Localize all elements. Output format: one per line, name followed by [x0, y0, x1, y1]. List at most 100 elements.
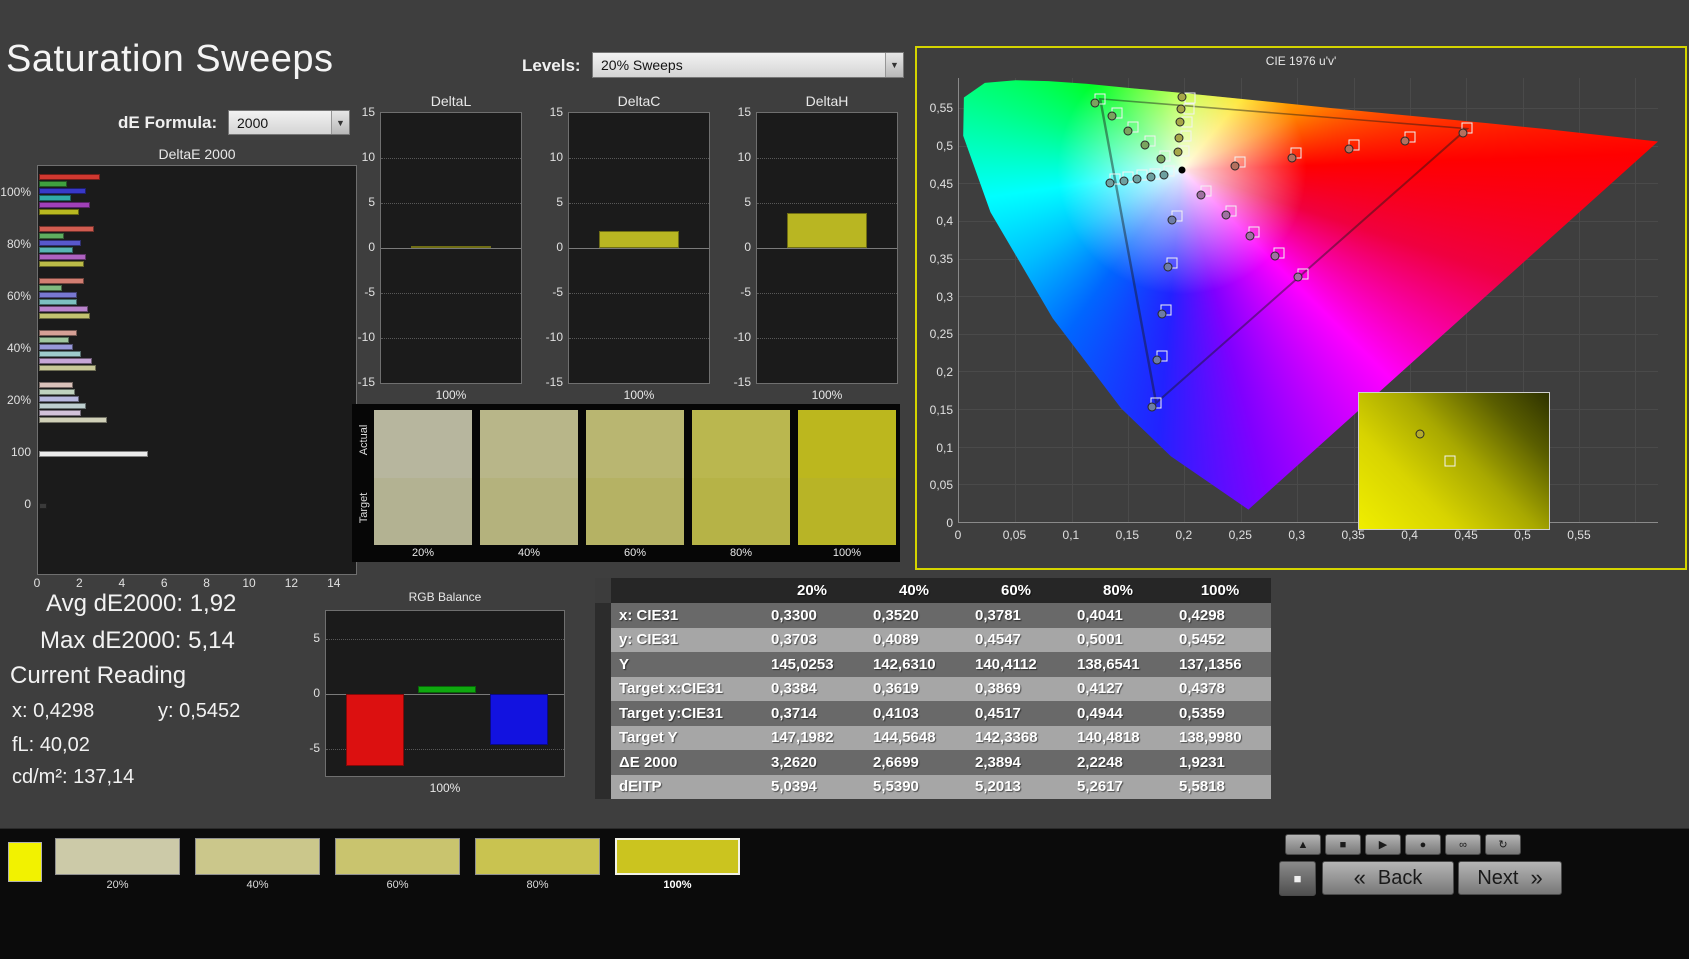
- de-bar: [39, 350, 82, 357]
- stop-button[interactable]: ■: [1279, 861, 1316, 896]
- table-cell: 0,3869: [975, 680, 1021, 698]
- axis-tick-label: 0,05: [1002, 528, 1027, 542]
- de-bar: [39, 381, 73, 388]
- de-axis-group-label: 60%: [6, 289, 31, 303]
- measured-marker: [1344, 144, 1354, 154]
- transport-stop-button[interactable]: ■: [1325, 834, 1361, 855]
- measured-marker: [1157, 309, 1167, 319]
- transport-loop-button[interactable]: ∞: [1445, 834, 1481, 855]
- measured-marker: [1107, 111, 1117, 121]
- measured-marker: [1196, 190, 1206, 200]
- de-bar: [39, 305, 88, 312]
- de-axis-group-label: 40%: [6, 341, 31, 355]
- axis-tick-label: 0,4: [936, 214, 953, 229]
- patch-swatch[interactable]: [475, 838, 600, 875]
- measured-marker: [1174, 133, 1184, 143]
- row-label: ΔE 2000: [619, 753, 678, 771]
- x-label: x:: [12, 700, 28, 722]
- patch-swatch-strip: 20% 40% 60% 80% 100%: [8, 838, 768, 898]
- transport-refresh-icon: ↻: [1498, 839, 1508, 851]
- measured-marker: [1458, 128, 1468, 138]
- de-bar: [39, 291, 78, 298]
- target-swatch: [480, 478, 578, 545]
- patch-label: 40%: [246, 879, 269, 891]
- axis-tick-label: 0,1: [1062, 528, 1080, 542]
- axis-tick-label: 15: [737, 105, 751, 119]
- transport-record-button[interactable]: ●: [1405, 834, 1441, 855]
- table-row: x: CIE31 0,3300 0,3520 0,3781 0,4041 0,4298: [595, 603, 1271, 628]
- measured-marker: [1147, 402, 1157, 412]
- axis-tick-label: 0: [744, 240, 751, 254]
- axis-tick-label: -5: [552, 285, 563, 299]
- cie-zoom-inset: [1358, 392, 1550, 530]
- measured-marker: [1152, 355, 1162, 365]
- max-de-stat: Max dE2000: 5,14: [40, 627, 235, 655]
- measured-marker: [1245, 231, 1255, 241]
- patch-swatch[interactable]: [335, 838, 460, 875]
- gridline: [569, 293, 709, 294]
- gridline: [381, 248, 521, 249]
- table-header-row: 20% 40% 60% 80% 100%: [595, 578, 1271, 603]
- row-label: Target y:CIE31: [619, 704, 723, 722]
- swatch-column-label: 60%: [623, 547, 647, 559]
- table-header: 20%: [796, 582, 828, 599]
- levels-dropdown[interactable]: 20% Sweeps ▼: [592, 52, 904, 78]
- de-axis-group-label: 20%: [6, 393, 31, 407]
- table-cell: 137,1356: [1179, 655, 1242, 673]
- next-button[interactable]: Next »: [1458, 861, 1562, 895]
- table-cell: 2,3894: [975, 753, 1021, 771]
- target-row-label: Target: [358, 492, 370, 524]
- chevrons-left-icon: «: [1353, 865, 1366, 890]
- de-axis-group-label: 100%: [0, 185, 31, 199]
- table-row: Target Y 147,1982 144,5648 142,3368 140,4818…: [595, 725, 1271, 750]
- table-cell: 144,5648: [873, 729, 936, 747]
- table-cell: 2,6699: [873, 753, 919, 771]
- table-cell: 0,4127: [1077, 680, 1123, 698]
- transport-refresh-button[interactable]: ↻: [1485, 834, 1521, 855]
- axis-tick-label: 0,1: [936, 440, 953, 455]
- measured-marker: [1221, 210, 1231, 220]
- de-bar: [39, 402, 86, 409]
- table-cell: 0,3619: [873, 680, 919, 698]
- axis-tick-label: 5: [313, 630, 320, 645]
- de-formula-dropdown[interactable]: 2000 ▼: [228, 110, 350, 135]
- axis-tick-label: 0,25: [1228, 528, 1252, 542]
- patch-swatch[interactable]: [195, 838, 320, 875]
- axis-tick-label: 0,55: [1567, 528, 1591, 542]
- axis-tick-label: 15: [361, 105, 375, 119]
- actual-target-swatch-panel: Actual Target 20% 40% 60% 80% 100%: [352, 404, 900, 562]
- fl-label: fL:: [12, 734, 35, 756]
- back-button[interactable]: « Back: [1322, 861, 1454, 895]
- chevron-down-icon: ▼: [885, 53, 903, 77]
- transport-up-button[interactable]: ▲: [1285, 834, 1321, 855]
- target-swatch: [798, 478, 896, 545]
- patch-label: 100%: [663, 879, 692, 891]
- transport-play-button[interactable]: ▶: [1365, 834, 1401, 855]
- axis-tick-label: 0,2: [936, 365, 953, 380]
- patch-swatch[interactable]: [615, 838, 740, 875]
- transport-stop-icon: ■: [1339, 838, 1347, 851]
- y-label: y:: [158, 700, 174, 722]
- deltal-chart-title: DeltaL: [430, 93, 472, 109]
- axis-tick-label: 0,45: [1454, 528, 1478, 542]
- de-bar: [39, 260, 84, 267]
- max-de-value: 5,14: [188, 627, 235, 654]
- row-label: Target x:CIE31: [619, 680, 723, 698]
- axis-tick-label: 0: [368, 240, 375, 254]
- gridline: [326, 638, 564, 640]
- de-bar: [39, 451, 148, 457]
- deltac-y-axis: 15 10 5 0 -5 -10 -15: [538, 105, 566, 389]
- table-grip: [595, 627, 611, 652]
- table-cell: 145,0253: [771, 655, 834, 673]
- table-cell: 5,5390: [873, 778, 919, 796]
- rgb-balance-y-axis: 5 0 -5: [297, 610, 323, 777]
- y-value: 0,5452: [179, 700, 241, 722]
- avg-de-label: Avg dE2000:: [46, 590, 184, 617]
- table-cell: 138,9980: [1179, 729, 1242, 747]
- measured-marker: [1230, 161, 1240, 171]
- delta-value-bar: [599, 230, 679, 248]
- gridline: [381, 338, 521, 339]
- table-cell: 0,4298: [1179, 606, 1225, 624]
- axis-tick-label: -5: [364, 285, 375, 299]
- patch-swatch[interactable]: [55, 838, 180, 875]
